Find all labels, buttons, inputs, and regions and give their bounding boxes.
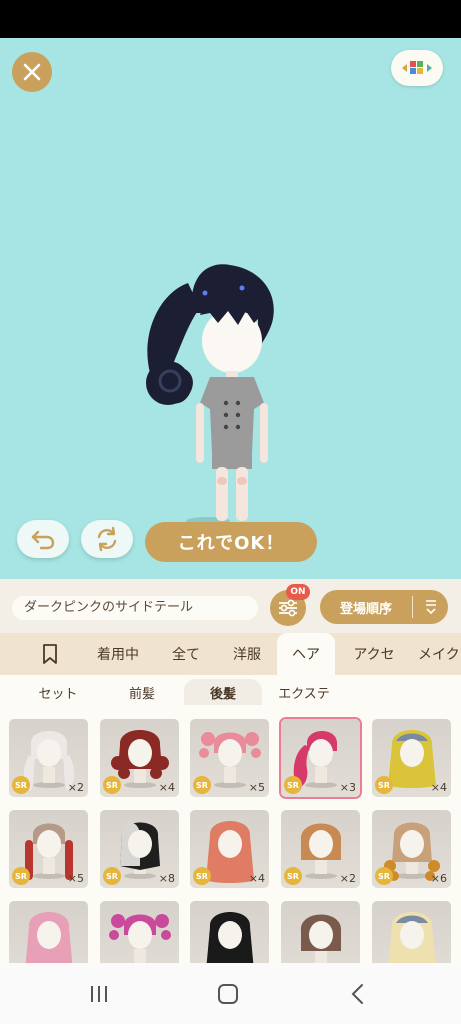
hair-preview-icon (300, 914, 342, 963)
hair-item-card[interactable]: SR ×3 (281, 719, 360, 797)
sort-order-icon (425, 600, 436, 615)
rarity-badge: SR (193, 776, 211, 794)
subtab-back-hair[interactable]: 後髪 (184, 679, 262, 705)
hair-item-card[interactable]: SR ×2 (281, 810, 360, 888)
undo-icon (31, 530, 55, 550)
home-button[interactable] (213, 981, 243, 1007)
tab-hair[interactable]: ヘア (277, 633, 335, 675)
rarity-badge: SR (193, 867, 211, 885)
filter-on-badge: ON (286, 584, 310, 600)
back-button[interactable] (343, 981, 373, 1007)
home-icon (218, 984, 238, 1004)
hair-preview-icon (25, 912, 73, 963)
hair-item-card[interactable]: SR ×4 (372, 719, 451, 797)
hair-item-card[interactable] (100, 901, 179, 963)
hair-item-card[interactable]: SR ×6 (372, 810, 451, 888)
rarity-badge: SR (103, 776, 121, 794)
hair-item-card[interactable]: SR ×4 (100, 719, 179, 797)
rarity-badge: SR (284, 867, 302, 885)
recent-apps-button[interactable] (84, 981, 114, 1007)
hair-subtabs: セット 前髪 後髪 エクステ (0, 675, 461, 707)
item-count: ×2 (339, 872, 356, 885)
item-count: ×2 (67, 781, 84, 794)
item-count: ×5 (248, 781, 265, 794)
hair-item-card[interactable]: SR ×8 (100, 810, 179, 888)
rarity-badge: SR (375, 776, 393, 794)
item-count: ×5 (67, 872, 84, 885)
hair-item-card[interactable] (190, 901, 269, 963)
tab-makeup[interactable]: メイク (418, 633, 461, 675)
hair-item-card[interactable] (9, 901, 88, 963)
color-palette-button[interactable] (391, 50, 443, 86)
avatar-stage: これでOK！ (0, 38, 461, 579)
filter-sliders-icon (279, 599, 297, 617)
undo-button[interactable] (17, 520, 69, 558)
rotate-icon (97, 526, 117, 552)
item-count: ×6 (430, 872, 447, 885)
confirm-ok-button[interactable]: これでOK！ (145, 522, 317, 562)
sort-label: 登場順序 (339, 601, 392, 617)
rotate-button[interactable] (81, 520, 133, 558)
hair-preview-icon (109, 914, 171, 963)
hair-preview-icon (206, 912, 254, 963)
tab-clothes[interactable]: 洋服 (222, 633, 272, 675)
item-count: ×4 (430, 781, 447, 794)
item-info-bar: ダークピンクのサイドテール ON 登場順序 (0, 579, 461, 633)
sort-toggle[interactable] (413, 599, 448, 615)
rarity-badge: SR (284, 776, 302, 794)
back-icon (351, 984, 363, 1004)
close-button[interactable] (12, 52, 52, 92)
bookmark-icon (43, 644, 57, 664)
tab-all[interactable]: 全て (162, 633, 210, 675)
avatar-character (146, 264, 274, 525)
hair-item-card[interactable]: SR ×4 (190, 810, 269, 888)
item-count: ×4 (248, 872, 265, 885)
item-count: ×4 (158, 781, 175, 794)
item-count: ×8 (158, 872, 175, 885)
tab-accessory[interactable]: アクセ (343, 633, 405, 675)
item-count: ×3 (339, 781, 356, 794)
hair-item-card[interactable]: SR ×5 (190, 719, 269, 797)
subtab-extension[interactable]: エクステ (268, 679, 340, 705)
hair-item-card[interactable] (281, 901, 360, 963)
tab-bookmark[interactable] (28, 633, 72, 675)
sort-order-button[interactable]: 登場順序 (320, 590, 448, 624)
hair-item-card[interactable] (372, 901, 451, 963)
palette-icon (402, 61, 432, 74)
subtab-set[interactable]: セット (20, 679, 96, 705)
hair-item-card[interactable]: SR ×2 (9, 719, 88, 797)
recent-apps-icon (91, 986, 107, 1002)
close-icon (23, 63, 41, 81)
selected-item-name: ダークピンクのサイドテール (12, 596, 258, 620)
rarity-badge: SR (12, 867, 30, 885)
item-grid: SR ×2 SR ×4 SR ×5 SR ×3 SR ×4 SR ×5 SR ×8 SR ×4 SR ×2 SR ×6 (0, 707, 461, 963)
rarity-badge: SR (375, 867, 393, 885)
hair-item-card[interactable]: SR ×5 (9, 810, 88, 888)
subtab-front-hair[interactable]: 前髪 (106, 679, 178, 705)
category-tabs: 着用中 全て 洋服 ヘア アクセ メイク (0, 633, 461, 675)
system-nav-bar (0, 963, 461, 1024)
rarity-badge: SR (103, 867, 121, 885)
tab-wearing[interactable]: 着用中 (88, 633, 148, 675)
hair-preview-icon (388, 912, 436, 963)
rarity-badge: SR (12, 776, 30, 794)
status-bar (0, 0, 461, 38)
